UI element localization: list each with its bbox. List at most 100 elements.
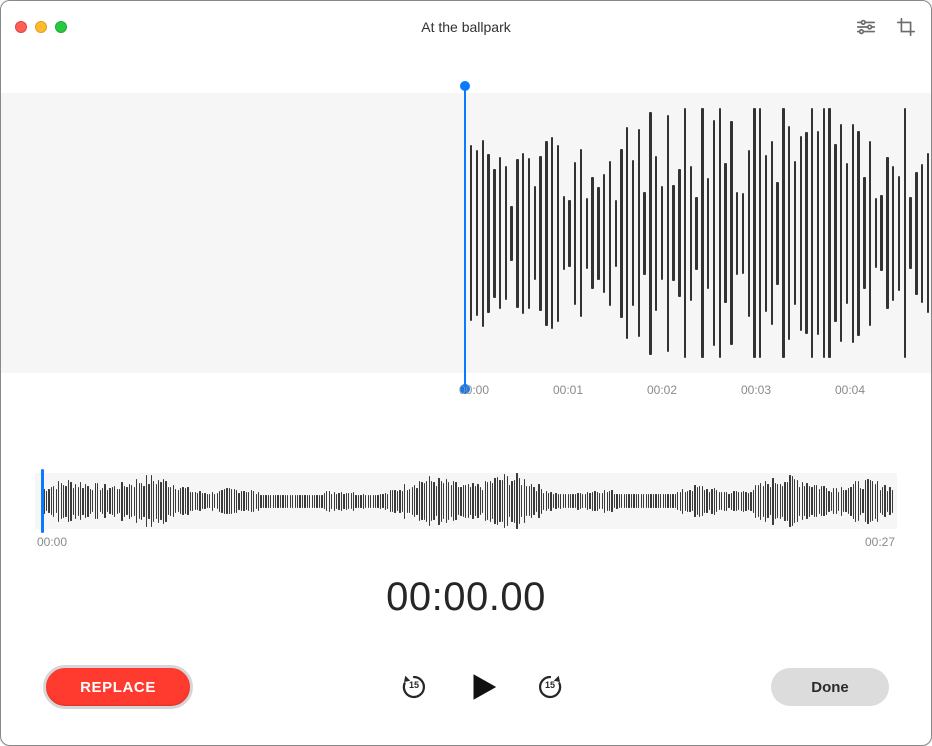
overview-waveform-bar [253, 491, 254, 512]
overview-waveform-bar [682, 489, 683, 514]
waveform-bar [788, 126, 790, 340]
overview-waveform-bar [334, 492, 335, 511]
waveform-bar [898, 176, 900, 291]
waveform-bar [620, 149, 622, 318]
overview-waveform-bar [475, 486, 476, 516]
waveform-bar [701, 108, 703, 358]
waveform-bar [869, 141, 871, 326]
overview-waveform-bar [297, 495, 298, 508]
waveform-overview[interactable] [35, 473, 897, 529]
overview-waveform-bar [168, 487, 169, 515]
overview-waveform-bar [889, 487, 890, 515]
trim-crop-icon[interactable] [895, 16, 917, 38]
overview-waveform-bar [865, 480, 866, 522]
overview-waveform-bar [787, 482, 788, 521]
waveform-bar [823, 108, 825, 358]
overview-waveform-bar [229, 488, 230, 514]
overview-waveform-bar [714, 488, 715, 515]
overview-waveform-bar [575, 494, 576, 508]
overview-waveform-bar [465, 485, 466, 518]
waveform-bar [615, 200, 617, 267]
overview-waveform-bar [192, 492, 193, 511]
overview-waveform-bar [375, 495, 376, 508]
overview-playhead[interactable] [41, 469, 44, 533]
overview-waveform-bar [887, 491, 888, 512]
overview-waveform-bar [828, 491, 829, 512]
waveform-detail-area[interactable]: 00:0000:0100:0200:0300:040 [1, 93, 931, 395]
overview-waveform-bar [633, 494, 634, 508]
overview-waveform-bar [429, 476, 430, 526]
overview-waveform-bar [492, 483, 493, 519]
done-button[interactable]: Done [771, 668, 889, 706]
overview-waveform-bar [482, 490, 483, 513]
overview-waveform-bar [460, 487, 461, 516]
waveform-bar [516, 159, 518, 308]
overview-waveform-bar [102, 488, 103, 514]
replace-button[interactable]: REPLACE [43, 665, 193, 709]
overview-waveform-bar [90, 489, 91, 514]
overview-waveform-bar [643, 494, 644, 508]
waveform-bar [655, 156, 657, 311]
overview-waveform-bar [70, 482, 71, 521]
overview-waveform-bar [53, 486, 54, 517]
waveform-bar [759, 108, 761, 358]
waveform-bar [719, 108, 721, 358]
overview-waveform-bar [516, 473, 517, 529]
waveform-bar [736, 192, 738, 275]
window-controls [15, 21, 175, 33]
overview-waveform-bar [187, 487, 188, 515]
close-window-button[interactable] [15, 21, 27, 33]
overview-waveform-bar [270, 495, 271, 508]
overview-waveform-bar [860, 488, 861, 515]
skip-forward-15-button[interactable]: 15 [535, 672, 565, 702]
overview-waveform-bar [782, 486, 783, 517]
overview-waveform-bar [407, 490, 408, 513]
minimize-window-button[interactable] [35, 21, 47, 33]
overview-waveform-bar [175, 489, 176, 513]
overview-waveform-bar [655, 494, 656, 508]
detail-time-label: 00:00 [459, 383, 489, 397]
overview-waveform-bar [485, 481, 486, 521]
waveform-bar [649, 112, 651, 355]
overview-waveform-bar [217, 493, 218, 509]
overview-waveform-bar [599, 493, 600, 509]
overview-waveform-bar [499, 480, 500, 522]
overview-waveform-bar [190, 492, 191, 511]
waveform-bar [522, 153, 524, 314]
overview-waveform-bar [61, 483, 62, 519]
overview-waveform-bar [738, 492, 739, 510]
overview-waveform-bar [631, 494, 632, 508]
overview-waveform-bar [541, 489, 542, 514]
overview-waveform-bar [677, 492, 678, 510]
playhead[interactable] [464, 86, 466, 389]
overview-waveform-bar [424, 483, 425, 520]
overview-waveform-bar [365, 495, 366, 508]
overview-waveform-bar [789, 475, 790, 527]
overview-waveform-bar [46, 491, 47, 511]
overview-waveform-bar [58, 481, 59, 522]
overview-waveform-bar [436, 486, 437, 516]
waveform-bar [638, 129, 640, 337]
overview-waveform-bar [589, 493, 590, 509]
settings-sliders-icon[interactable] [855, 16, 877, 38]
waveform-bar [771, 141, 773, 325]
play-button[interactable] [465, 670, 499, 704]
detail-time-label: 00:03 [741, 383, 771, 397]
overview-waveform-bar [277, 495, 278, 508]
zoom-window-button[interactable] [55, 21, 67, 33]
skip-back-15-button[interactable]: 15 [399, 672, 429, 702]
overview-waveform-bar [431, 481, 432, 521]
waveform-bar [626, 127, 628, 339]
overview-waveform-bar [412, 487, 413, 515]
overview-waveform-bar [95, 483, 96, 519]
overview-waveform-bar [453, 481, 454, 521]
overview-waveform-bar [129, 484, 130, 519]
overview-waveform-bar [821, 486, 822, 516]
overview-waveform-bar [704, 490, 705, 513]
overview-waveform-bar [56, 489, 57, 513]
waveform-bar [857, 131, 859, 336]
overview-waveform-bar [341, 492, 342, 511]
overview-waveform-bar [363, 494, 364, 509]
detail-time-label: 00:01 [553, 383, 583, 397]
overview-waveform-bar [443, 483, 444, 519]
